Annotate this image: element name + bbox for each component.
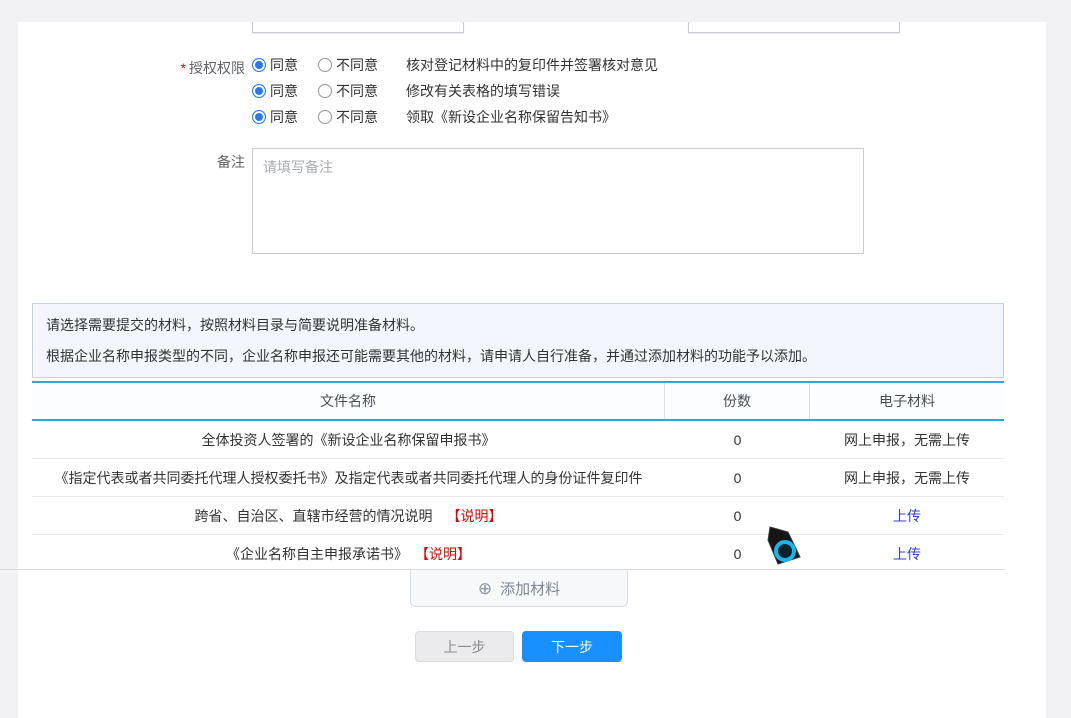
electronic-material-cell: 上传 bbox=[810, 506, 1004, 526]
disagree-radio[interactable] bbox=[318, 58, 332, 72]
materials-table: 文件名称 份数 电子材料 全体投资人签署的《新设企业名称保留申报书》 0 网上申报，… bbox=[32, 381, 1004, 572]
column-header-count: 份数 bbox=[665, 383, 810, 419]
agree-radio[interactable] bbox=[252, 84, 266, 98]
agree-label: 同意 bbox=[270, 55, 298, 75]
count-cell: 0 bbox=[665, 508, 810, 524]
upload-link[interactable]: 上传 bbox=[893, 508, 921, 524]
remarks-label: 备注 bbox=[148, 152, 245, 172]
disagree-label: 不同意 bbox=[336, 81, 378, 101]
table-row: 《企业名称自主申报承诺书》【说明】0上传 bbox=[32, 535, 1004, 572]
auth-option-desc: 核对登记材料中的复印件并签署核对意见 bbox=[406, 55, 658, 75]
disagree-radio-group[interactable]: 不同意 bbox=[318, 55, 378, 75]
required-asterisk: * bbox=[181, 60, 186, 76]
column-header-file-name: 文件名称 bbox=[32, 383, 665, 419]
plus-circle-icon: ⊕ bbox=[478, 580, 492, 597]
file-name-cell: 《指定代表或者共同委托代理人授权委托书》及指定代表或者共同委托代理人的身份证件复… bbox=[32, 468, 665, 488]
agree-radio-group[interactable]: 同意 bbox=[252, 81, 298, 101]
notice-line-2: 根据企业名称申报类型的不同，企业名称申报还可能需要其他的材料，请申请人自行准备，… bbox=[46, 346, 990, 366]
materials-table-header: 文件名称 份数 电子材料 bbox=[32, 381, 1004, 421]
table-row: 跨省、自治区、直辖市经营的情况说明【说明】0上传 bbox=[32, 497, 1004, 535]
table-row: 全体投资人签署的《新设企业名称保留申报书》 0 网上申报，无需上传 bbox=[32, 421, 1004, 459]
top-partial-input-1[interactable] bbox=[252, 22, 464, 33]
disagree-label: 不同意 bbox=[336, 55, 378, 75]
auth-option-desc: 修改有关表格的填写错误 bbox=[406, 81, 560, 101]
count-cell: 0 bbox=[665, 432, 810, 448]
count-cell: 0 bbox=[665, 470, 810, 486]
count-cell: 0 bbox=[665, 546, 810, 562]
file-name-cell: 全体投资人签署的《新设企业名称保留申报书》 bbox=[32, 430, 665, 450]
disagree-radio-group[interactable]: 不同意 bbox=[318, 81, 378, 101]
next-step-button[interactable]: 下一步 bbox=[522, 631, 622, 662]
explanation-link[interactable]: 【说明】 bbox=[422, 546, 471, 562]
explanation-link[interactable]: 【说明】 bbox=[447, 508, 503, 524]
file-name-text: 《指定代表或者共同委托代理人授权委托书》及指定代表或者共同委托代理人的身份证件复… bbox=[55, 470, 643, 486]
disagree-radio[interactable] bbox=[318, 110, 332, 124]
auth-option-row-1: 同意 不同意 核对登记材料中的复印件并签署核对意见 bbox=[252, 55, 658, 75]
page: { "colors": { "page_bg": "#f2f2f4", "acc… bbox=[0, 0, 1071, 718]
auth-permission-label-text: 授权权限 bbox=[189, 60, 245, 76]
electronic-material-text: 网上申报，无需上传 bbox=[844, 470, 970, 486]
agree-radio[interactable] bbox=[252, 110, 266, 124]
table-row: 《指定代表或者共同委托代理人授权委托书》及指定代表或者共同委托代理人的身份证件复… bbox=[32, 459, 1004, 497]
auth-permission-label: *授权权限 bbox=[138, 58, 245, 78]
form-card: *授权权限 同意 不同意 核对登记材料中的复印件并签署核对意见 同意 不同意 修… bbox=[18, 22, 1046, 718]
upload-link[interactable]: 上传 bbox=[893, 546, 921, 562]
materials-table-body: 全体投资人签署的《新设企业名称保留申报书》0网上申报，无需上传《指定代表或者共同… bbox=[32, 421, 1004, 572]
agree-radio-group[interactable]: 同意 bbox=[252, 55, 298, 75]
previous-step-button[interactable]: 上一步 bbox=[415, 631, 514, 662]
disagree-radio-group[interactable]: 不同意 bbox=[318, 107, 378, 127]
agree-label: 同意 bbox=[270, 107, 298, 127]
notice-line-1: 请选择需要提交的材料，按照材料目录与简要说明准备材料。 bbox=[46, 315, 990, 335]
add-material-button[interactable]: ⊕ 添加材料 bbox=[410, 570, 628, 607]
materials-notice-panel: 请选择需要提交的材料，按照材料目录与简要说明准备材料。 根据企业名称申报类型的不… bbox=[32, 303, 1004, 378]
file-name-text: 《企业名称自主申报承诺书》 bbox=[226, 546, 408, 562]
electronic-material-text: 网上申报，无需上传 bbox=[844, 432, 970, 448]
electronic-material-cell: 网上申报，无需上传 bbox=[810, 430, 1004, 450]
top-partial-input-2[interactable] bbox=[688, 22, 900, 33]
disagree-radio[interactable] bbox=[318, 84, 332, 98]
file-name-cell: 跨省、自治区、直辖市经营的情况说明【说明】 bbox=[32, 506, 665, 526]
disagree-label: 不同意 bbox=[336, 107, 378, 127]
electronic-material-cell: 网上申报，无需上传 bbox=[810, 468, 1004, 488]
file-name-text: 跨省、自治区、直辖市经营的情况说明 bbox=[195, 508, 433, 524]
auth-option-row-2: 同意 不同意 修改有关表格的填写错误 bbox=[252, 81, 560, 101]
agree-label: 同意 bbox=[270, 81, 298, 101]
agree-radio[interactable] bbox=[252, 58, 266, 72]
file-name-cell: 《企业名称自主申报承诺书》【说明】 bbox=[32, 544, 665, 564]
remarks-textarea[interactable] bbox=[252, 148, 864, 254]
agree-radio-group[interactable]: 同意 bbox=[252, 107, 298, 127]
electronic-material-cell: 上传 bbox=[810, 544, 1004, 564]
add-material-label: 添加材料 bbox=[500, 578, 560, 599]
column-header-electronic: 电子材料 bbox=[810, 383, 1004, 419]
auth-option-desc: 领取《新设企业名称保留告知书》 bbox=[406, 107, 616, 127]
file-name-text: 全体投资人签署的《新设企业名称保留申报书》 bbox=[202, 432, 496, 448]
auth-option-row-3: 同意 不同意 领取《新设企业名称保留告知书》 bbox=[252, 107, 616, 127]
